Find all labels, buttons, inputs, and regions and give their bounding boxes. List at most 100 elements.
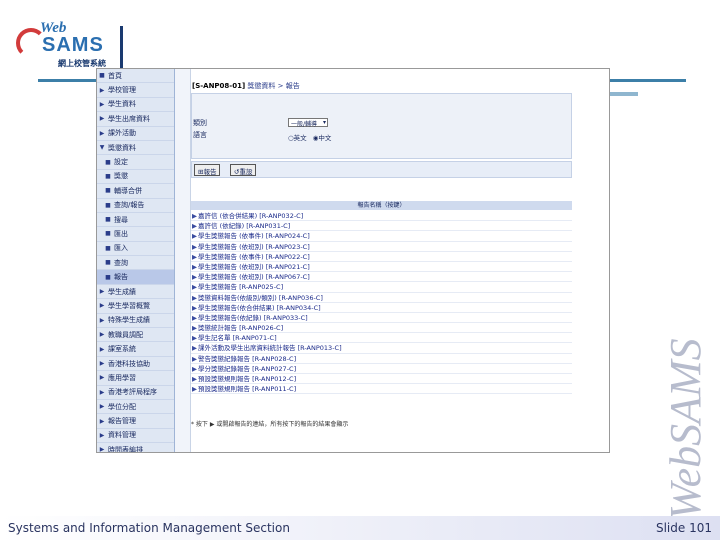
report-link[interactable]: ▶警告獎懲紀錄報告 [R-ANP028-C] — [191, 354, 572, 364]
language-label: 語言 — [193, 131, 207, 139]
radio-chinese[interactable]: ◉中文 — [313, 134, 332, 142]
sidebar-item[interactable]: ■ 搜尋 — [97, 213, 174, 228]
bullet-icon: ■ — [105, 259, 111, 267]
report-link[interactable]: ▶學生獎懲報告 [R-ANP025-C] — [191, 282, 572, 293]
sidebar-item-label: 學位分配 — [108, 402, 136, 411]
report-link[interactable]: ▶預設獎懲規則報告 [R-ANP011-C] — [191, 384, 572, 395]
report-name: 學生獎懲報告(依紀錄) [R-ANP033-C] — [198, 313, 308, 322]
sidebar-item-label: 報告管理 — [108, 417, 136, 426]
page-code: [S-ANP08-01] — [192, 82, 246, 90]
pointer-icon: ▶ — [192, 334, 197, 343]
report-name: 預設獎懲規則報告 [R-ANP011-C] — [198, 385, 297, 394]
sidebar-item-label: 報告 — [114, 273, 128, 282]
collapsed-arrow-icon: ▶ — [99, 302, 105, 310]
sidebar-item[interactable]: ▶ 學生出席資料 — [97, 112, 174, 127]
report-list: ▶嘉許信 (依合併結果) [R-ANP032-C] ▶嘉許信 (依紀錄) [R-A… — [191, 211, 572, 395]
action-bar: ⊞報告 ↺重設 — [191, 161, 572, 178]
sidebar-item[interactable]: ▶ 學生資料 — [97, 98, 174, 113]
report-link[interactable]: ▶嘉許信 (依合併結果) [R-ANP032-C] — [191, 211, 572, 222]
sidebar-item[interactable]: ▶ 教職員調配 — [97, 328, 174, 343]
collapsed-arrow-icon: ▶ — [99, 417, 105, 425]
sidebar-item[interactable]: ■ 設定 — [97, 155, 174, 170]
sidebar-item[interactable]: ▶ 學生成績 — [97, 285, 174, 300]
bullet-icon: ■ — [99, 72, 105, 80]
sidebar-item[interactable]: ■ 查詢 — [97, 256, 174, 271]
sidebar-item[interactable]: ■ 匯入 — [97, 242, 174, 257]
report-link[interactable]: ▶課外活動及學生出席資料統計報告 [R-ANP013-C] — [191, 343, 572, 354]
sidebar-item[interactable]: ▶ 香港科技協助 — [97, 357, 174, 372]
reset-button[interactable]: ↺重設 — [230, 164, 257, 176]
report-name: 學生獎懲報告 [R-ANP025-C] — [198, 283, 284, 292]
collapsed-arrow-icon: ▶ — [99, 388, 105, 396]
collapsed-arrow-icon: ▶ — [99, 288, 105, 296]
sidebar-item-label: 學生出席資料 — [108, 114, 150, 123]
sidebar-item-label: 匯出 — [114, 229, 128, 238]
report-link[interactable]: ▶學生獎懲報告 (依班別) [R-ANP067-C] — [191, 272, 572, 283]
sidebar-item[interactable]: ▶ 課室系統 — [97, 342, 174, 357]
report-link[interactable]: ▶嘉許信 (依紀錄) [R-ANP031-C] — [191, 221, 572, 232]
report-link[interactable]: ▶學生獎懲報告(依合併結果) [R-ANP034-C] — [191, 303, 572, 313]
report-name: 嘉許信 (依合併結果) [R-ANP032-C] — [198, 212, 304, 220]
report-name: 嘉許信 (依紀錄) [R-ANP031-C] — [198, 222, 291, 231]
sidebar-item[interactable]: ▶ 學位分配 — [97, 400, 174, 415]
report-link[interactable]: ▶獎懲資料報告(依級別/類別) [R-ANP036-C] — [191, 293, 572, 303]
sidebar-item[interactable]: ■ 獎懲 — [97, 170, 174, 185]
collapsed-arrow-icon: ▶ — [99, 115, 105, 123]
pointer-icon: ▶ — [192, 375, 197, 383]
report-name: 學分獎懲紀錄報告 [R-ANP027-C] — [198, 364, 297, 373]
sidebar-item[interactable]: ▶ 應用學習 — [97, 371, 174, 386]
report-link[interactable]: ▶學生記名單 [R-ANP071-C] — [191, 333, 572, 344]
report-name: 學生獎懲報告(依合併結果) [R-ANP034-C] — [198, 303, 321, 312]
footnote: * 按下 ▶ 或開啟報告的連結，所有按下的報告的結果會顯示 — [191, 421, 349, 428]
websams-logo: Web SAMS 網上校管系統 — [14, 18, 132, 72]
report-link[interactable]: ▶學生獎懲報告(依紀錄) [R-ANP033-C] — [191, 313, 572, 324]
sidebar-item[interactable]: ▶ 香港考評局程序 — [97, 386, 174, 400]
sidebar-item[interactable]: ▶ 學校管理 — [97, 83, 174, 98]
sidebar-item[interactable]: ▶ 課外活動 — [97, 127, 174, 141]
sidebar-item[interactable]: ■ 查詢/報告 — [97, 199, 174, 213]
report-link[interactable]: ▶學生獎懲報告 (依班別) [R-ANP021-C] — [191, 262, 572, 273]
report-link[interactable]: ▶學生獎懲報告 (依事件) [R-ANP024-C] — [191, 231, 572, 242]
report-link[interactable]: ▶學分獎懲紀錄報告 [R-ANP027-C] — [191, 364, 572, 374]
report-name: 學生獎懲報告 (依事件) [R-ANP022-C] — [198, 252, 310, 261]
report-link[interactable]: ▶預設獎懲規則報告 [R-ANP012-C] — [191, 374, 572, 385]
report-link[interactable]: ▶學生獎懲報告 (依事件) [R-ANP022-C] — [191, 252, 572, 262]
breadcrumb-path[interactable]: 獎懲資料 > 報告 — [247, 82, 299, 90]
sidebar-item-label: 香港考評局程序 — [108, 388, 157, 397]
sidebar-item[interactable]: ■ 首頁 — [97, 69, 174, 84]
sidebar-item[interactable]: ■ 報告 — [97, 270, 174, 285]
sidebar-item-label: 設定 — [114, 158, 128, 167]
sidebar-item[interactable]: ▶ 學生學習概覽 — [97, 299, 174, 314]
sidebar-item[interactable]: ▶ 特殊學生成績 — [97, 314, 174, 329]
pointer-icon: ▶ — [192, 222, 197, 231]
type-select[interactable]: 一般/輔導 ▾ — [288, 118, 328, 128]
pointer-icon: ▶ — [192, 212, 197, 220]
sidebar-item-label: 學生學習概覽 — [108, 301, 150, 310]
bullet-icon: ■ — [105, 172, 111, 180]
radio-english[interactable]: ○英文 — [288, 134, 307, 142]
header-rule-accent — [610, 92, 638, 96]
sidebar-item[interactable]: ▼ 獎懲資料 — [97, 141, 174, 156]
sidebar-item-label: 學生成績 — [108, 287, 136, 296]
sidebar-item[interactable]: ■ 輔導合併 — [97, 184, 174, 199]
report-link[interactable]: ▶獎懲統計報告 [R-ANP026-C] — [191, 323, 572, 334]
pointer-icon: ▶ — [192, 344, 197, 353]
expanded-arrow-icon: ▼ — [99, 144, 105, 152]
generate-report-button[interactable]: ⊞報告 — [194, 164, 221, 176]
report-link[interactable]: ▶學生獎懲報告 (依班別) [R-ANP023-C] — [191, 242, 572, 252]
app-screenshot: ■ 首頁 ▶ 學校管理 ▶ 學生資料 ▶ 學生出席資料 ▶ 課外活動 ▼ 獎懲資料 ■ 設定 ■ 獎懲 ■ 輔導合… — [96, 68, 610, 453]
sidebar-item[interactable]: ▶ 時間表編排 — [97, 443, 174, 452]
collapsed-arrow-icon: ▶ — [99, 331, 105, 339]
report-name: 預設獎懲規則報告 [R-ANP012-C] — [198, 375, 297, 383]
sidebar-item[interactable]: ▶ 報告管理 — [97, 414, 174, 429]
bullet-icon: ■ — [105, 187, 111, 195]
sidebar-item-label: 匯入 — [114, 244, 128, 253]
pointer-icon: ▶ — [192, 232, 197, 241]
collapsed-arrow-icon: ▶ — [99, 86, 105, 94]
sidebar-item[interactable]: ▶ 資料管理 — [97, 429, 174, 444]
bullet-icon: ■ — [105, 216, 111, 224]
sidebar-item[interactable]: ■ 匯出 — [97, 227, 174, 242]
pointer-icon: ▶ — [192, 313, 197, 322]
footer-section-name: Systems and Information Management Secti… — [8, 521, 290, 535]
type-select-value: 一般/輔導 — [291, 121, 318, 128]
